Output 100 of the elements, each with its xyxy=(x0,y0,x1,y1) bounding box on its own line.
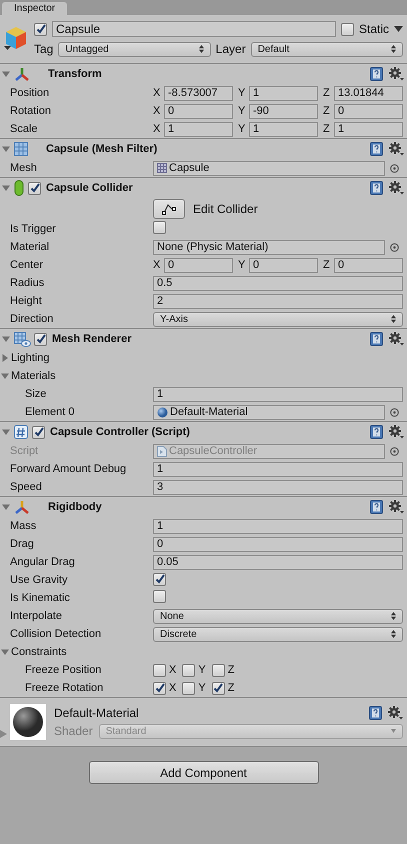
number-field[interactable]: 0 xyxy=(164,258,233,272)
foldout-arrow-icon[interactable] xyxy=(2,503,10,511)
help-book-icon[interactable] xyxy=(370,425,383,439)
foldout-label[interactable]: Materials xyxy=(11,370,56,382)
checkbox[interactable] xyxy=(212,682,225,694)
static-checkbox[interactable] xyxy=(340,22,354,36)
up-down-arrow-icon xyxy=(391,612,396,620)
sphere-icon xyxy=(157,406,168,418)
component-title[interactable]: Mesh Renderer xyxy=(52,333,367,345)
component-title[interactable]: Capsule (Mesh Filter) xyxy=(46,143,367,155)
object-picker-icon[interactable] xyxy=(390,446,398,456)
layer-dropdown[interactable]: Default xyxy=(250,42,404,56)
settings-icon[interactable] xyxy=(389,425,404,439)
mesh-grid-icon xyxy=(157,163,167,173)
number-field[interactable]: 1 xyxy=(249,86,318,100)
component-title[interactable]: Capsule Collider xyxy=(46,182,367,194)
foldout-arrow-icon[interactable] xyxy=(2,184,10,192)
number-field[interactable]: 0.05 xyxy=(153,554,403,570)
axis-label: X xyxy=(153,105,162,117)
name-field[interactable]: Capsule xyxy=(52,21,336,37)
number-field[interactable]: 0 xyxy=(334,104,403,118)
axis-label: X xyxy=(153,259,162,271)
number-field[interactable]: 13.01844 xyxy=(334,86,403,100)
axis-label: Z xyxy=(228,682,234,694)
foldout-arrow-icon[interactable] xyxy=(2,145,10,153)
up-down-arrow-icon xyxy=(391,315,396,323)
enabled-checkbox[interactable] xyxy=(32,426,45,438)
edit-shape-icon xyxy=(162,203,176,215)
enabled-checkbox[interactable] xyxy=(28,182,41,194)
component-title[interactable]: Capsule Controller (Script) xyxy=(50,426,367,438)
foldout-arrow-icon[interactable] xyxy=(1,372,9,380)
foldout-label[interactable]: Constraints xyxy=(11,646,67,658)
dropdown[interactable]: None xyxy=(153,608,403,624)
dropdown[interactable]: Y-Axis xyxy=(153,312,403,326)
component-title[interactable]: Transform xyxy=(48,68,367,80)
number-field[interactable]: 0 xyxy=(249,258,318,272)
checkbox[interactable] xyxy=(182,664,196,676)
object-field[interactable]: None (Physic Material) xyxy=(153,240,385,254)
foldout-arrow-icon[interactable] xyxy=(1,354,9,362)
settings-icon[interactable] xyxy=(389,67,404,81)
foldout-arrow-icon[interactable] xyxy=(2,70,10,78)
checkbox[interactable] xyxy=(153,664,166,676)
edit-collider-button[interactable] xyxy=(153,199,185,219)
component-title[interactable]: Rigidbody xyxy=(48,501,367,513)
dropdown[interactable]: Discrete xyxy=(153,626,403,642)
object-picker-icon[interactable] xyxy=(390,408,398,416)
number-field[interactable]: -8.573007 xyxy=(164,86,233,100)
number-field[interactable]: 1 xyxy=(249,122,318,136)
foldout-arrow-icon[interactable] xyxy=(2,428,10,436)
field-label: Element 0 xyxy=(24,406,76,418)
foldout-label[interactable]: Lighting xyxy=(11,352,50,364)
axes-icon xyxy=(13,66,31,82)
foldout-arrow-icon[interactable] xyxy=(1,648,9,656)
number-field[interactable]: 1 xyxy=(153,518,403,534)
object-picker-icon[interactable] xyxy=(390,242,398,252)
help-book-icon[interactable] xyxy=(370,332,383,346)
inspector-tab[interactable]: Inspector xyxy=(2,2,68,15)
checkbox[interactable] xyxy=(153,572,166,586)
mesh-grid-icon xyxy=(13,141,29,157)
number-field[interactable]: 3 xyxy=(153,480,403,494)
number-field[interactable]: 0 xyxy=(334,258,403,272)
help-book-icon[interactable] xyxy=(370,142,383,156)
number-field[interactable]: 0.5 xyxy=(153,276,403,290)
number-field[interactable]: 2 xyxy=(153,294,403,308)
axis-label: X xyxy=(153,87,162,99)
settings-icon[interactable] xyxy=(389,332,404,346)
object-field[interactable]: Capsule xyxy=(153,160,385,176)
object-picker-icon[interactable] xyxy=(390,164,398,172)
checkbox[interactable] xyxy=(153,221,166,234)
object-field[interactable]: Default-Material xyxy=(153,404,385,420)
add-component-button[interactable]: Add Component xyxy=(88,761,318,784)
field-label: Direction xyxy=(9,313,54,325)
number-field[interactable]: 1 xyxy=(153,462,403,476)
foldout-arrow-icon[interactable] xyxy=(2,335,10,343)
active-checkbox[interactable] xyxy=(34,22,47,36)
help-book-icon[interactable] xyxy=(370,181,383,195)
number-field[interactable]: 0 xyxy=(164,104,233,118)
settings-icon[interactable] xyxy=(389,500,404,514)
enabled-checkbox[interactable] xyxy=(34,332,47,346)
number-field[interactable]: 1 xyxy=(334,122,403,136)
number-field[interactable]: 1 xyxy=(164,122,233,136)
checkbox[interactable] xyxy=(153,682,166,694)
help-book-icon[interactable] xyxy=(369,706,382,720)
settings-icon[interactable] xyxy=(389,181,404,195)
tag-dropdown[interactable]: Untagged xyxy=(58,42,211,56)
dropdown-arrow-icon[interactable] xyxy=(394,26,403,32)
checkbox[interactable] xyxy=(212,664,225,676)
shader-label: Shader xyxy=(54,724,93,738)
number-field[interactable]: -90 xyxy=(249,104,318,118)
field-label: Freeze Rotation xyxy=(24,682,104,694)
checkbox[interactable] xyxy=(182,682,196,694)
axis-label: Z xyxy=(323,259,331,271)
settings-icon[interactable] xyxy=(389,142,404,156)
checkbox[interactable] xyxy=(153,590,166,603)
axis-label: Z xyxy=(323,123,331,135)
number-field[interactable]: 1 xyxy=(153,386,403,402)
settings-icon[interactable] xyxy=(388,706,403,720)
number-field[interactable]: 0 xyxy=(153,536,403,552)
help-book-icon[interactable] xyxy=(370,67,383,81)
help-book-icon[interactable] xyxy=(370,500,383,514)
